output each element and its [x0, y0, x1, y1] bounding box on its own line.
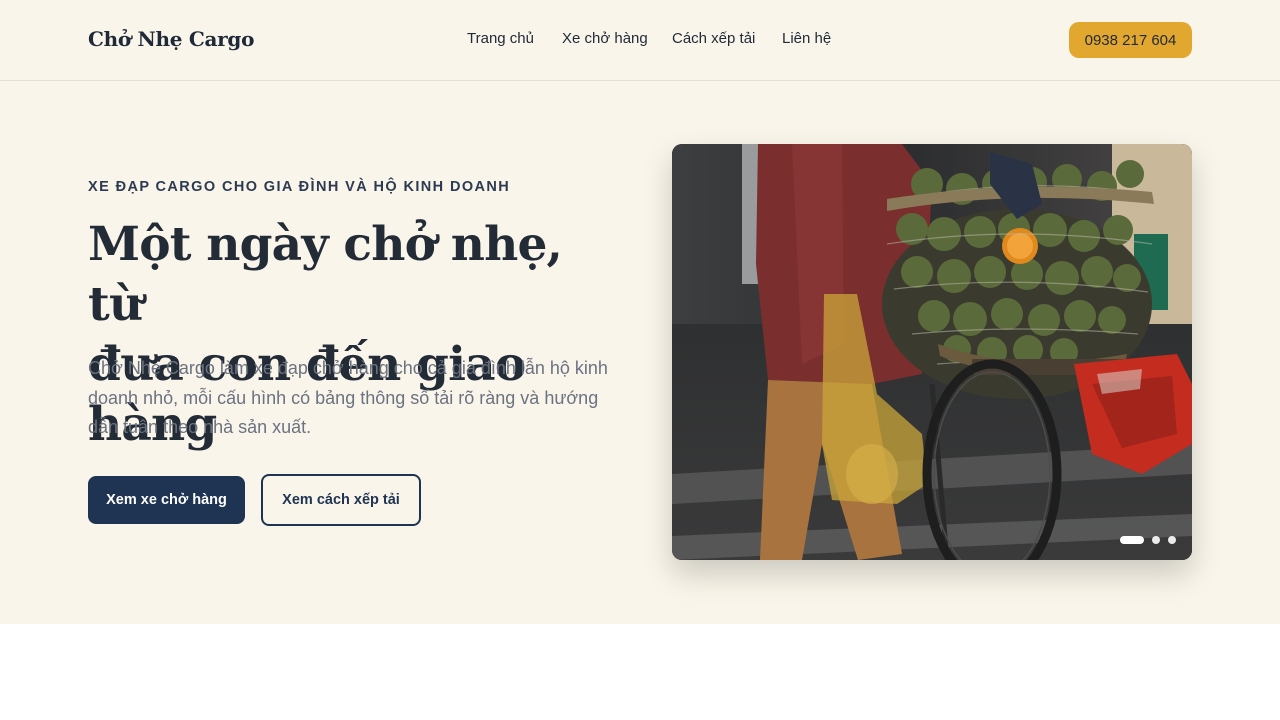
carousel-dot-1[interactable] [1120, 536, 1144, 544]
hero-eyebrow: XE ĐẠP CARGO CHO GIA ĐÌNH VÀ HỘ KINH DOA… [88, 179, 511, 195]
site-header: Chở Nhẹ Cargo Trang chủ Xe chở hàng Cách… [0, 0, 1280, 81]
hero-title-line-1: Một ngày chở nhẹ, từ [88, 217, 563, 332]
nav-link-loading-guide[interactable]: Cách xếp tải [672, 30, 755, 47]
hero-section: XE ĐẠP CARGO CHO GIA ĐÌNH VÀ HỘ KINH DOA… [0, 81, 1280, 624]
hero-photo [672, 144, 1192, 560]
hero-carousel[interactable] [672, 144, 1192, 560]
carousel-dots [1120, 536, 1176, 544]
nav-link-home[interactable]: Trang chủ [467, 30, 534, 47]
carousel-dot-2[interactable] [1152, 536, 1160, 544]
nav-link-contact[interactable]: Liên hệ [782, 30, 831, 47]
nav-link-cargo-bikes[interactable]: Xe chở hàng [562, 30, 648, 47]
view-loading-guide-button[interactable]: Xem cách xếp tải [261, 474, 421, 526]
view-cargo-bikes-button[interactable]: Xem xe chở hàng [88, 476, 245, 524]
hero-description: Chở Nhẹ Cargo làm xe đạp chở hàng cho cả… [88, 358, 608, 437]
phone-button[interactable]: 0938 217 604 [1069, 22, 1192, 58]
carousel-dot-3[interactable] [1168, 536, 1176, 544]
